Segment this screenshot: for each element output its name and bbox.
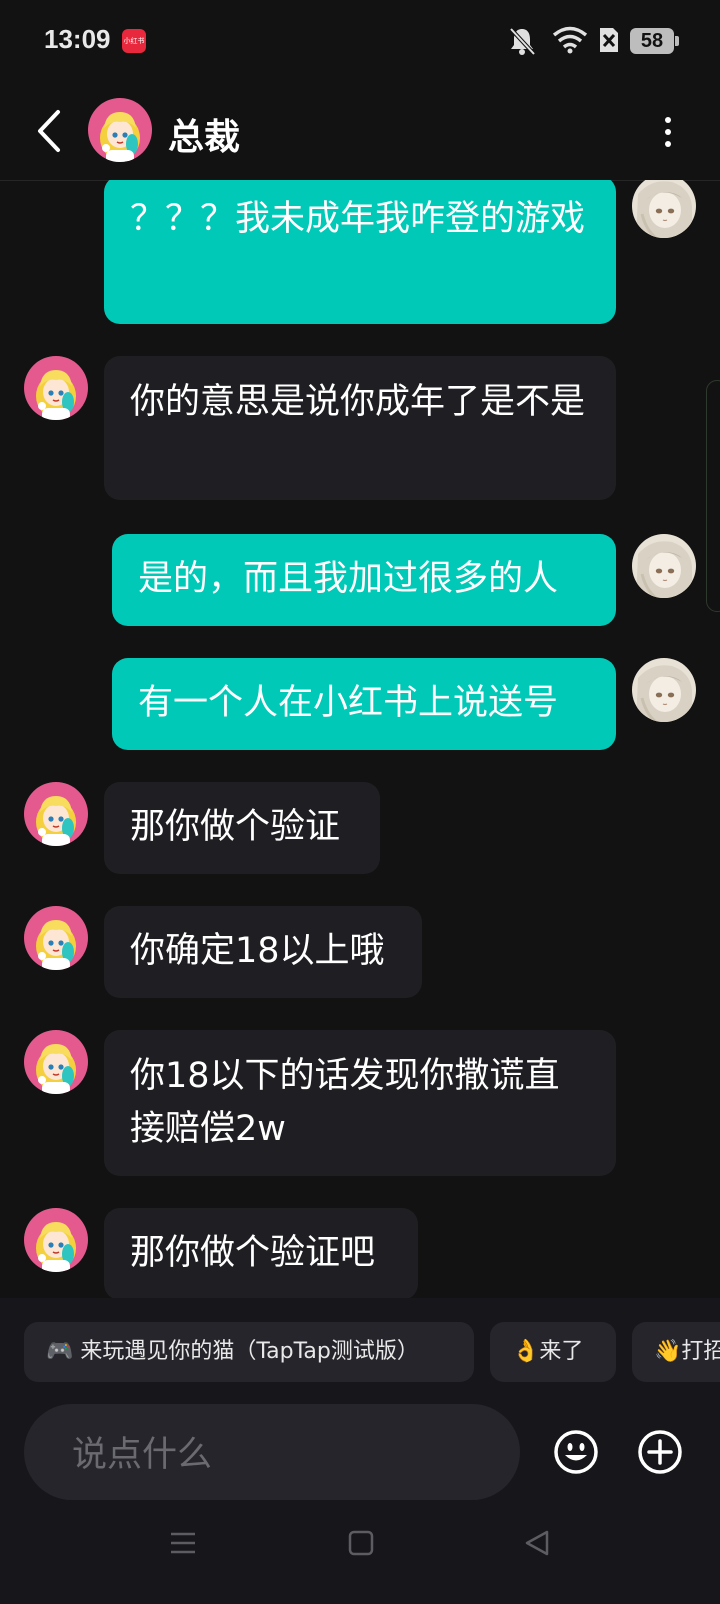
- avatar[interactable]: [24, 1208, 88, 1272]
- message-bubble-incoming[interactable]: 你确定18以上哦: [104, 906, 422, 998]
- avatar[interactable]: [24, 782, 88, 846]
- message-input-placeholder: 说点什么: [72, 1435, 213, 1475]
- message-list[interactable]: ？？？我未成年我咋登的游戏 你的意思是说你成年了是不是 是的，而且我加过很多的人…: [0, 180, 720, 1298]
- home-square-icon[interactable]: [346, 1528, 376, 1558]
- avatar[interactable]: [632, 534, 696, 598]
- message-bubble-outgoing[interactable]: 有一个人在小红书上说送号: [112, 658, 616, 750]
- menu-icon[interactable]: [168, 1528, 198, 1558]
- chat-header: 总裁: [0, 82, 720, 181]
- message-input[interactable]: 说点什么: [24, 1404, 520, 1500]
- avatar[interactable]: [24, 1030, 88, 1094]
- avatar[interactable]: [24, 356, 88, 420]
- message-bubble-incoming[interactable]: 那你做个验证: [104, 782, 380, 874]
- more-vertical-icon[interactable]: [656, 112, 680, 152]
- quick-reply-chip[interactable]: 👋打招呼: [632, 1322, 720, 1382]
- wifi-icon: [552, 26, 588, 54]
- avatar[interactable]: [632, 658, 696, 722]
- message-bubble-incoming[interactable]: 那你做个验证吧: [104, 1208, 418, 1298]
- avatar[interactable]: [88, 98, 152, 162]
- status-bar: 13:09 小红书 58: [0, 0, 720, 82]
- quick-reply-chip[interactable]: 👌来了: [490, 1322, 616, 1382]
- message-bubble-outgoing[interactable]: 是的，而且我加过很多的人: [112, 534, 616, 626]
- xiaohongshu-app-badge-icon: 小红书: [122, 29, 146, 53]
- mute-bell-icon: [509, 27, 536, 56]
- battery-icon: 58: [630, 28, 679, 54]
- chevron-left-icon[interactable]: [30, 106, 70, 156]
- message-bubble-incoming[interactable]: 你的意思是说你成年了是不是: [104, 356, 616, 500]
- quick-reply-chip[interactable]: 🎮 来玩遇见你的猫（TapTap测试版）: [24, 1322, 474, 1382]
- message-bubble-outgoing[interactable]: ？？？我未成年我咋登的游戏: [104, 180, 616, 324]
- avatar[interactable]: [24, 906, 88, 970]
- message-bubble-incoming[interactable]: 你18以下的话发现你撒谎直接赔偿2w: [104, 1030, 616, 1176]
- page-title: 总裁: [168, 117, 241, 158]
- plus-circle-icon[interactable]: [636, 1428, 684, 1476]
- side-panel-edge: [706, 380, 720, 612]
- back-triangle-icon[interactable]: [522, 1528, 552, 1558]
- sim-x-icon: [600, 28, 618, 52]
- emoji-smile-icon[interactable]: [552, 1428, 600, 1476]
- composer-panel: 🎮 来玩遇见你的猫（TapTap测试版） 👌来了 👋打招呼 说点什么: [0, 1298, 720, 1604]
- status-time: 13:09: [44, 24, 111, 54]
- avatar[interactable]: [632, 180, 696, 238]
